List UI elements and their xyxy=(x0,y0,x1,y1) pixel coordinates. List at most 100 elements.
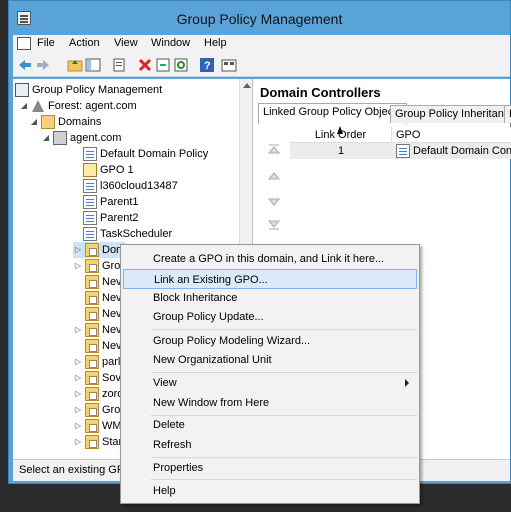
tree-node-ou[interactable]: ▷ Sov xyxy=(73,370,121,386)
refresh-icon[interactable] xyxy=(173,57,189,73)
tree-node-gpo[interactable]: l360cloud13487 xyxy=(83,178,178,194)
expand-icon[interactable]: ▷ xyxy=(73,418,83,434)
tree-node-domain[interactable]: ◢ agent.com xyxy=(41,130,121,146)
expand-icon[interactable]: ▷ xyxy=(73,402,83,418)
pane-title: Domain Controllers xyxy=(260,85,381,100)
tree-node-domains[interactable]: ◢ Domains xyxy=(29,114,101,130)
gpo-link-icon xyxy=(396,144,410,158)
up-folder-icon[interactable] xyxy=(67,57,83,73)
tree-node-ou[interactable]: ▷ WM xyxy=(73,418,122,434)
tree-node-forest[interactable]: ◢ Forest: agent.com xyxy=(19,98,137,114)
menu-item-properties[interactable]: Properties xyxy=(121,458,419,478)
ou-folder-icon xyxy=(85,355,99,369)
tree-node-ou[interactable]: ▷ Dom xyxy=(73,242,126,258)
tree-node-gpo[interactable]: GPO 1 xyxy=(83,162,134,178)
tree-node-ou[interactable]: Nev xyxy=(85,306,122,322)
gpo-link-icon xyxy=(83,163,97,177)
ou-folder-icon xyxy=(85,339,99,353)
menu-item-block-inheritance[interactable]: Block Inheritance xyxy=(121,288,419,308)
tree-node-gpo[interactable]: Parent1 xyxy=(83,194,139,210)
gpo-link-icon xyxy=(83,147,97,161)
tree-node-root[interactable]: Group Policy Management xyxy=(15,82,162,98)
mouse-cursor-icon xyxy=(337,126,343,134)
forward-arrow-icon[interactable] xyxy=(35,57,51,73)
cell-link-order[interactable]: 1 xyxy=(290,143,392,159)
ou-folder-icon xyxy=(85,435,99,449)
gpo-link-icon xyxy=(83,211,97,225)
menu-bar: File Action View Window Help xyxy=(13,35,510,53)
menu-item-modeling-wizard[interactable]: Group Policy Modeling Wizard... xyxy=(121,331,419,351)
menu-item-view[interactable]: View xyxy=(121,373,419,393)
menu-help[interactable]: Help xyxy=(204,37,227,49)
menu-separator xyxy=(151,479,417,480)
menu-item-create-gpo[interactable]: Create a GPO in this domain, and Link it… xyxy=(121,249,419,269)
ou-folder-icon xyxy=(85,307,99,321)
tree-node-ou[interactable]: ▷ Gro xyxy=(73,402,120,418)
tree-node-gpo[interactable]: TaskScheduler xyxy=(83,226,172,242)
expand-icon[interactable]: ▷ xyxy=(73,322,83,338)
collapse-icon[interactable]: ◢ xyxy=(29,114,39,130)
menu-item-new-ou[interactable]: New Organizational Unit xyxy=(121,350,419,370)
tree-node-ou[interactable]: ▷ parl xyxy=(73,354,120,370)
back-arrow-icon[interactable] xyxy=(17,57,33,73)
scroll-up-icon[interactable] xyxy=(243,83,251,88)
export-icon[interactable] xyxy=(155,57,171,73)
expand-icon[interactable]: ▷ xyxy=(73,354,83,370)
ou-folder-icon xyxy=(85,387,99,401)
move-top-icon[interactable] xyxy=(266,143,282,159)
expand-icon[interactable]: ▷ xyxy=(73,434,83,450)
menu-item-new-window[interactable]: New Window from Here xyxy=(121,393,419,413)
ou-folder-icon xyxy=(85,371,99,385)
tree-node-ou[interactable]: Nev xyxy=(85,338,122,354)
delete-icon[interactable] xyxy=(137,57,153,73)
menu-action[interactable]: Action xyxy=(69,37,100,49)
tree-node-ou[interactable]: ▷ zoro xyxy=(73,386,123,402)
move-down-icon[interactable] xyxy=(266,193,282,209)
move-bottom-icon[interactable] xyxy=(266,215,282,231)
menu-item-refresh[interactable]: Refresh xyxy=(121,435,419,455)
help-icon[interactable]: ? xyxy=(199,57,215,73)
menu-item-delete[interactable]: Delete xyxy=(121,415,419,435)
domain-icon xyxy=(53,131,67,145)
menu-view[interactable]: View xyxy=(114,37,138,49)
forest-icon xyxy=(31,99,45,113)
tree-node-gpo[interactable]: Default Domain Policy xyxy=(83,146,208,162)
svg-text:?: ? xyxy=(204,60,211,72)
expand-icon[interactable]: ▷ xyxy=(73,386,83,402)
tab-strip: Linked Group Policy Objects Group Policy… xyxy=(258,103,511,124)
menu-item-link-existing-gpo[interactable]: Link an Existing GPO... xyxy=(123,269,417,289)
tab-delegation[interactable]: D xyxy=(504,105,511,123)
console-icon[interactable] xyxy=(221,57,237,73)
context-menu: Create a GPO in this domain, and Link it… xyxy=(120,244,420,504)
menu-item-help[interactable]: Help xyxy=(121,481,419,501)
col-gpo[interactable]: GPO xyxy=(392,127,511,143)
gpm-icon xyxy=(15,83,29,97)
title-bar[interactable]: Group Policy Management xyxy=(9,1,510,35)
submenu-arrow-icon xyxy=(405,379,409,387)
menu-separator xyxy=(151,329,417,330)
collapse-icon[interactable]: ◢ xyxy=(41,130,51,146)
window-title: Group Policy Management xyxy=(176,11,343,27)
system-menu-icon[interactable] xyxy=(17,37,31,50)
tree-node-ou[interactable]: Nev xyxy=(85,274,122,290)
expand-icon[interactable]: ▷ xyxy=(73,242,83,258)
tab-linked-gpos[interactable]: Linked Group Policy Objects xyxy=(258,103,407,124)
collapse-icon[interactable]: ◢ xyxy=(19,98,29,114)
menu-window[interactable]: Window xyxy=(151,37,190,49)
ou-folder-icon xyxy=(85,403,99,417)
ou-folder-icon xyxy=(85,323,99,337)
menu-item-gp-update[interactable]: Group Policy Update... xyxy=(121,307,419,327)
cell-gpo[interactable]: Default Domain Con... xyxy=(392,143,511,159)
tree-node-ou[interactable]: ▷ Gro xyxy=(73,258,120,274)
menu-file[interactable]: File xyxy=(37,37,55,49)
expand-icon[interactable]: ▷ xyxy=(73,258,83,274)
show-tree-icon[interactable] xyxy=(85,57,101,73)
tree-node-ou[interactable]: ▷ Nev xyxy=(73,322,122,338)
tree-node-ou[interactable]: ▷ Star xyxy=(73,434,122,450)
tree-node-gpo[interactable]: Parent2 xyxy=(83,210,139,226)
properties-icon[interactable] xyxy=(111,57,127,73)
tree-node-ou[interactable]: Nev xyxy=(85,290,122,306)
expand-icon[interactable]: ▷ xyxy=(73,370,83,386)
tab-gp-inheritance[interactable]: Group Policy Inheritance xyxy=(390,105,511,123)
move-up-icon[interactable] xyxy=(266,169,282,185)
